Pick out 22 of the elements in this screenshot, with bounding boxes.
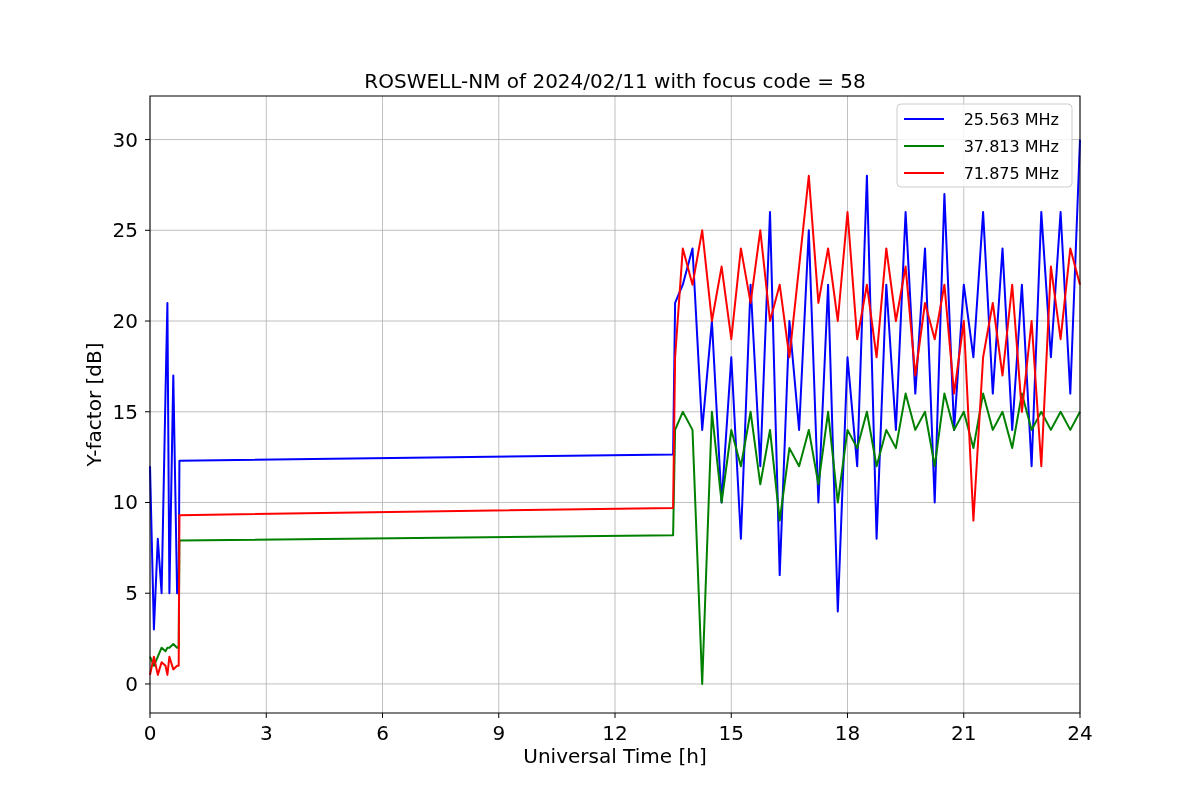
legend-label: 25.563 MHz (963, 110, 1059, 129)
chart-title: ROSWELL-NM of 2024/02/11 with focus code = 58 (364, 69, 866, 93)
y-tick-label: 25 (112, 218, 138, 243)
x-tick-label: 21 (951, 721, 977, 745)
y-tick-label: 0 (125, 671, 138, 696)
y-tick-label: 15 (112, 399, 138, 424)
y-tick-label: 5 (125, 581, 138, 606)
x-tick-label: 6 (376, 721, 389, 745)
y-axis-label: Y-factor [dB] (82, 342, 106, 467)
y-tick-label: 30 (112, 127, 138, 152)
x-tick-label: 24 (1067, 721, 1093, 745)
x-tick-label: 18 (834, 721, 861, 745)
y-tick-label: 10 (112, 490, 138, 515)
x-tick-label: 3 (259, 721, 273, 745)
legend-label: 71.875 MHz (963, 164, 1059, 183)
x-tick-label: 15 (718, 721, 744, 745)
legend-label: 37.813 MHz (963, 137, 1059, 156)
x-axis-label: Universal Time [h] (523, 744, 707, 768)
y-tick-label: 20 (112, 309, 138, 333)
x-tick-label: 0 (143, 721, 157, 745)
x-tick-label: 9 (492, 721, 506, 745)
x-tick-label: 12 (602, 721, 628, 745)
